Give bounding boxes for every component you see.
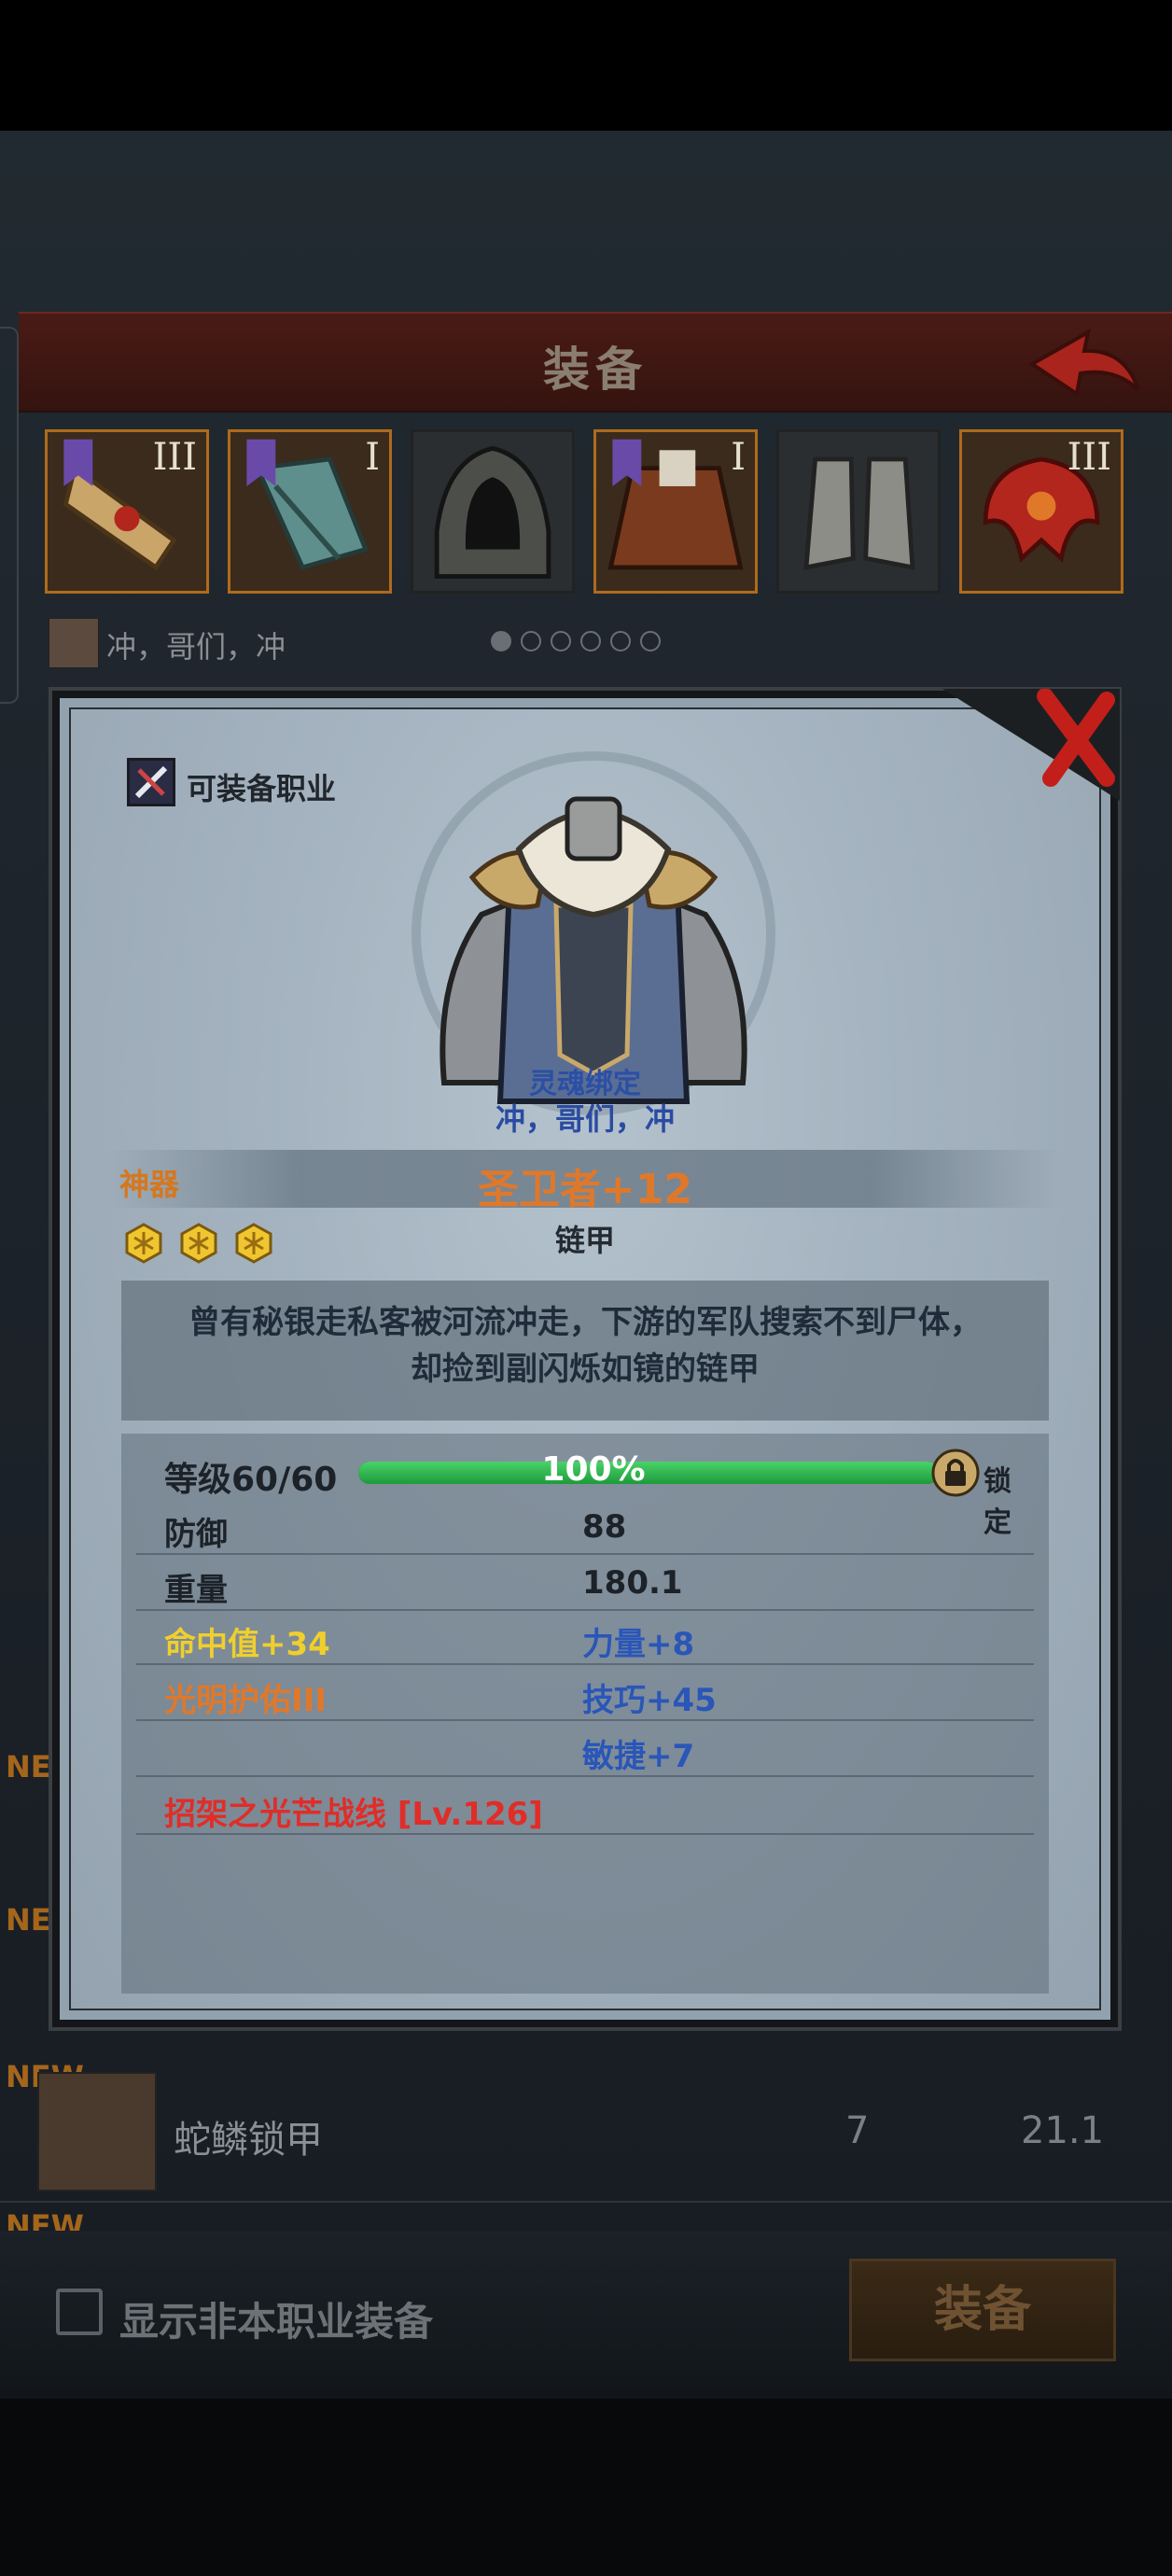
- back-arrow-icon[interactable]: [1023, 325, 1144, 399]
- lore-text: 曾有秘银走私客被河流冲走，下游的军队搜索不到尸体， 却捡到副闪烁如镜的链甲: [121, 1299, 1049, 1393]
- skill-label: 招架之光芒战线 [Lv.126]: [164, 1796, 543, 1833]
- lore-line-2: 却捡到副闪烁如镜的链甲: [411, 1351, 760, 1388]
- slot-tier: III: [152, 436, 197, 479]
- lore-box: 曾有秘银走私客被河流冲走，下游的军队搜索不到尸体， 却捡到副闪烁如镜的链甲: [121, 1281, 1049, 1421]
- item-title: 圣卫者+12: [477, 1166, 693, 1213]
- stat-label: 重量: [164, 1572, 228, 1609]
- slot-hood[interactable]: [411, 429, 575, 594]
- item-detail-modal: 可装备职业 灵魂绑定 冲，哥们，冲 神器 圣卫者+12 链甲 曾有秘银走私客被河…: [52, 689, 1120, 2027]
- slot-boots[interactable]: [776, 429, 941, 594]
- page-dot[interactable]: [491, 631, 511, 651]
- item-thumbnail: [37, 2072, 157, 2191]
- lock-icon[interactable]: [931, 1449, 980, 1497]
- page-title: 装备: [543, 343, 648, 397]
- slot-emblem[interactable]: III: [959, 429, 1123, 594]
- hexagon-star-icon: [235, 1223, 272, 1264]
- level-label: 等级60/60: [164, 1461, 338, 1499]
- hexagon-star-icon: [180, 1223, 217, 1264]
- set-page-indicator[interactable]: [491, 631, 670, 655]
- item-name: 蛇鳞锁甲: [174, 2119, 323, 2162]
- equipment-header: 装备: [19, 312, 1172, 413]
- slot-tier: I: [365, 436, 380, 479]
- page-dot[interactable]: [610, 631, 631, 651]
- lore-line-1: 曾有秘银走私客被河流冲走，下游的军队搜索不到尸体，: [188, 1304, 982, 1341]
- top-status-area: [0, 0, 1172, 131]
- modal-panel: 可装备职业 灵魂绑定 冲，哥们，冲 神器 圣卫者+12 链甲 曾有秘银走私客被河…: [69, 707, 1101, 2010]
- stat-value: 力量+8: [582, 1626, 695, 1663]
- stat-label: 防御: [164, 1516, 228, 1553]
- slot-chest[interactable]: I: [593, 429, 758, 594]
- stat-value: 180.1: [582, 1564, 683, 1602]
- equip-button[interactable]: 装备: [849, 2259, 1116, 2361]
- stat-row: 敏捷+7: [136, 1721, 1034, 1777]
- stat-value: 敏捷+7: [582, 1738, 695, 1775]
- stat-label: 命中值+34: [164, 1626, 330, 1663]
- page-dot[interactable]: [580, 631, 601, 651]
- level-row: 等级60/60 100% 锁定: [136, 1445, 1034, 1539]
- list-divider: [0, 2201, 1172, 2203]
- equipment-slots: III I I III: [45, 429, 1137, 597]
- level-percent: 100%: [541, 1450, 646, 1489]
- stats-box: 等级60/60 100% 锁定 防御 88 重量 180.1 命中值+34 力量…: [121, 1434, 1049, 1994]
- stat-label: 光明护佑III: [164, 1682, 327, 1719]
- class-label: 可装备职业: [187, 771, 337, 806]
- skill-row: 招架之光芒战线 [Lv.126]: [136, 1779, 1034, 1835]
- stat-value: 88: [582, 1508, 627, 1546]
- stat-row: 防御 88: [136, 1499, 1034, 1555]
- slot-tier: I: [731, 436, 746, 479]
- star-rating: [123, 1223, 284, 1264]
- stat-value: 技巧+45: [582, 1682, 717, 1719]
- list-item[interactable]: 蛇鳞锁甲 7 21.1: [37, 2072, 1148, 2193]
- page-dot[interactable]: [521, 631, 541, 651]
- show-other-class-checkbox[interactable]: [56, 2289, 103, 2335]
- stat-row: 光明护佑III 技巧+45: [136, 1665, 1034, 1721]
- close-icon[interactable]: [942, 689, 1120, 801]
- item-defense: 7: [845, 2109, 870, 2152]
- bottom-area: [0, 2399, 1172, 2576]
- class-icon: [127, 758, 175, 806]
- item-weight: 21.1: [1021, 2109, 1105, 2152]
- stat-row: 重量 180.1: [136, 1555, 1034, 1611]
- hexagon-star-icon: [125, 1223, 162, 1264]
- left-side-tab[interactable]: [0, 327, 19, 704]
- hood-icon: [434, 445, 551, 579]
- slot-necklace[interactable]: III: [45, 429, 209, 594]
- page-dot[interactable]: [551, 631, 571, 651]
- item-set-name: 冲，哥们，冲: [495, 1101, 675, 1137]
- boots-icon: [803, 456, 915, 570]
- slot-gloves[interactable]: I: [228, 429, 392, 594]
- slot-tier: III: [1067, 436, 1111, 479]
- equip-button-label: 装备: [933, 2282, 1031, 2338]
- page-dot[interactable]: [640, 631, 661, 651]
- checkbox-label: 显示非本职业装备: [119, 2299, 434, 2345]
- set-thumbnail-icon: [49, 618, 99, 668]
- set-name: 冲，哥们，冲: [106, 629, 286, 665]
- stat-row: 命中值+34 力量+8: [136, 1609, 1034, 1665]
